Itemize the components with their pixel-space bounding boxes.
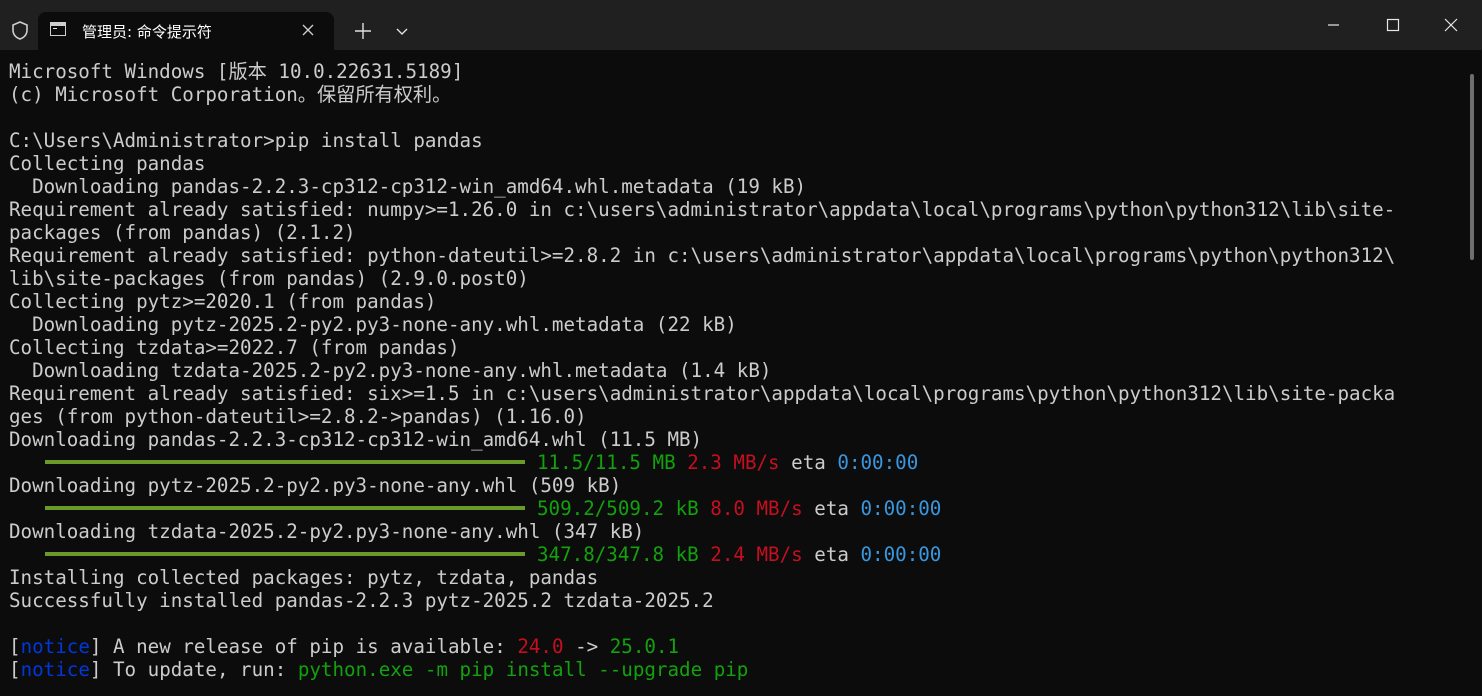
scrollbar[interactable] xyxy=(1470,74,1474,260)
output-line: Collecting pandas xyxy=(9,152,206,175)
cmd-icon xyxy=(50,22,66,36)
new-tab-button[interactable] xyxy=(348,16,378,46)
progress-size: 11.5/11.5 MB xyxy=(537,451,676,474)
output-line: packages (from pandas) (2.1.2) xyxy=(9,221,356,244)
notice-line: [notice] To update, run: python.exe -m p… xyxy=(9,658,748,681)
progress-eta: 0:00:00 xyxy=(860,543,942,566)
output-line: Collecting pytz>=2020.1 (from pandas) xyxy=(9,290,437,313)
output-line: Microsoft Windows [版本 10.0.22631.5189] xyxy=(9,60,464,83)
output-line: Downloading pandas-2.2.3-cp312-cp312-win… xyxy=(9,175,807,198)
bracket: [ xyxy=(9,635,21,658)
command-line: C:\Users\Administrator>pip install panda… xyxy=(9,129,483,152)
progress-eta: 0:00:00 xyxy=(837,451,919,474)
output-line: Installing collected packages: pytz, tzd… xyxy=(9,566,599,589)
output-line: (c) Microsoft Corporation。保留所有权利。 xyxy=(9,83,452,106)
progress-stats: 347.8/347.8 kB 2.4 MB/s eta 0:00:00 xyxy=(537,543,941,566)
terminal-window: 管理员: 命令提示符 Microsoft Windows [版本 10.0.22… xyxy=(0,0,1482,696)
bracket: ] xyxy=(89,658,102,681)
output-line: Downloading tzdata-2025.2-py2.py3-none-a… xyxy=(9,520,645,543)
arrow: -> xyxy=(563,635,610,658)
output-line: Requirement already satisfied: six>=1.5 … xyxy=(9,382,1396,405)
progress-bar xyxy=(45,460,525,464)
tab-title: 管理员: 命令提示符 xyxy=(82,23,212,41)
new-version: 25.0.1 xyxy=(609,635,680,658)
progress-speed: 2.4 MB/s xyxy=(710,543,803,566)
progress-speed: 8.0 MB/s xyxy=(710,497,803,520)
eta-label: eta xyxy=(814,543,849,566)
eta-label: eta xyxy=(791,451,826,474)
output-line: Requirement already satisfied: numpy>=1.… xyxy=(9,198,1396,221)
output-line: Downloading tzdata-2025.2-py2.py3-none-a… xyxy=(9,359,772,382)
progress-size: 347.8/347.8 kB xyxy=(537,543,699,566)
close-window-button[interactable] xyxy=(1428,6,1474,44)
output-line: Downloading pandas-2.2.3-cp312-cp312-win… xyxy=(9,428,703,451)
progress-stats: 11.5/11.5 MB 2.3 MB/s eta 0:00:00 xyxy=(537,451,918,474)
progress-speed: 2.3 MB/s xyxy=(687,451,780,474)
close-tab-icon[interactable] xyxy=(300,22,316,38)
chevron-down-icon[interactable] xyxy=(388,16,416,46)
output-line: Downloading pytz-2025.2-py2.py3-none-any… xyxy=(9,474,622,497)
eta-label: eta xyxy=(814,497,849,520)
minimize-button[interactable] xyxy=(1310,6,1356,44)
progress-bar xyxy=(45,506,525,510)
bracket: ] xyxy=(89,635,102,658)
upgrade-command: python.exe -m pip install --upgrade pip xyxy=(297,658,749,681)
notice-tag: notice xyxy=(20,658,90,681)
progress-stats: 509.2/509.2 kB 8.0 MB/s eta 0:00:00 xyxy=(537,497,941,520)
notice-tag: notice xyxy=(20,635,90,658)
output-line: lib\site-packages (from pandas) (2.9.0.p… xyxy=(9,267,529,290)
output-line: Downloading pytz-2025.2-py2.py3-none-any… xyxy=(9,313,737,336)
terminal-output[interactable]: Microsoft Windows [版本 10.0.22631.5189] (… xyxy=(0,50,1482,696)
progress-bar xyxy=(45,552,525,556)
notice-text: A new release of pip is available: xyxy=(101,635,518,658)
notice-text: To update, run: xyxy=(101,658,298,681)
shield-icon xyxy=(12,21,28,40)
output-line: Requirement already satisfied: python-da… xyxy=(9,244,1396,267)
bracket: [ xyxy=(9,658,21,681)
maximize-button[interactable] xyxy=(1370,6,1416,44)
title-bar[interactable]: 管理员: 命令提示符 xyxy=(0,0,1482,50)
tab-command-prompt[interactable]: 管理员: 命令提示符 xyxy=(38,12,334,50)
progress-size: 509.2/509.2 kB xyxy=(537,497,699,520)
output-line: Successfully installed pandas-2.2.3 pytz… xyxy=(9,589,714,612)
notice-line: [notice] A new release of pip is availab… xyxy=(9,635,679,658)
output-line: Collecting tzdata>=2022.7 (from pandas) xyxy=(9,336,460,359)
old-version: 24.0 xyxy=(517,635,564,658)
output-line: ges (from python-dateutil>=2.8.2->pandas… xyxy=(9,405,587,428)
progress-eta: 0:00:00 xyxy=(860,497,942,520)
